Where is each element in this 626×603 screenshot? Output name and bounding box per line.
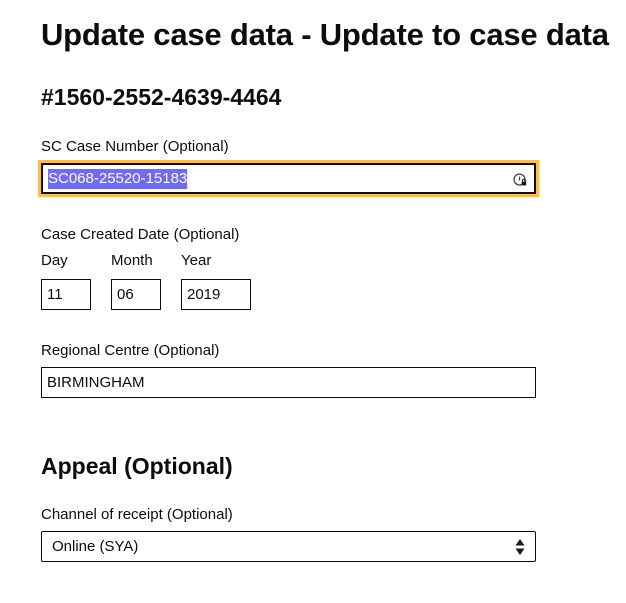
password-manager-icon[interactable]: [513, 173, 527, 187]
sc-case-number-label: SC Case Number (Optional): [41, 138, 229, 155]
month-value: 06: [117, 285, 134, 303]
regional-centre-value: BIRMINGHAM: [47, 373, 145, 391]
sc-case-number-value: SC068-25520-15183: [48, 168, 188, 189]
channel-of-receipt-select[interactable]: Online (SYA): [41, 531, 536, 562]
year-value: 2019: [187, 285, 221, 303]
case-reference: #1560-2552-4639-4464: [41, 84, 282, 110]
year-label: Year: [181, 252, 212, 269]
channel-of-receipt-label: Channel of receipt (Optional): [41, 506, 233, 523]
year-input[interactable]: 2019: [181, 279, 251, 310]
month-input[interactable]: 06: [111, 279, 161, 310]
channel-of-receipt-value: Online (SYA): [52, 538, 139, 555]
month-label: Month: [111, 252, 153, 269]
day-label: Day: [41, 252, 68, 269]
day-input[interactable]: 11: [41, 279, 91, 310]
page-title: Update case data - Update to case data: [41, 17, 609, 52]
appeal-heading: Appeal (Optional): [41, 453, 233, 479]
regional-centre-input[interactable]: BIRMINGHAM: [41, 367, 536, 398]
regional-centre-label: Regional Centre (Optional): [41, 342, 220, 359]
page: Update case data - Update to case data #…: [0, 0, 626, 603]
select-arrows-icon: [515, 539, 525, 555]
case-created-date-label: Case Created Date (Optional): [41, 226, 240, 243]
day-value: 11: [47, 285, 63, 303]
sc-case-number-input[interactable]: SC068-25520-15183: [38, 160, 539, 197]
